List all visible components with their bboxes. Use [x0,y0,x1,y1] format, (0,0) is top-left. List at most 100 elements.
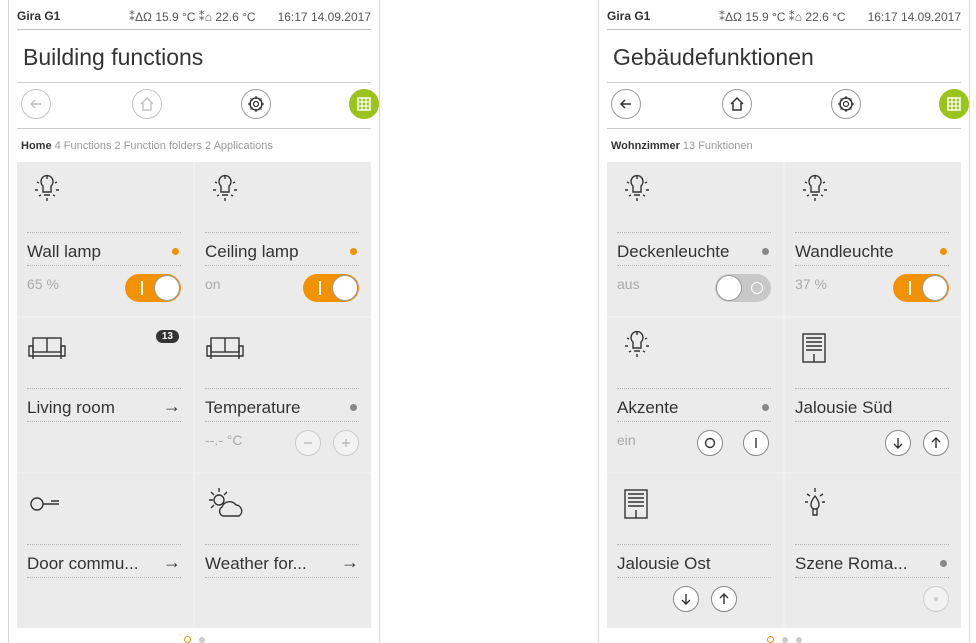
lamp-icon [35,174,59,201]
tile-door-communication[interactable]: Door commu... → [17,474,193,628]
weather-icon [209,488,243,517]
arrow-down-icon [681,594,691,605]
tile-value: 65 % [27,276,59,292]
divider [617,265,771,266]
screen-building-functions: Gira G1 ⁑ΔΩ 15.9 °C ⁑⌂ 22.6 °C 16:17 14.… [8,0,380,643]
arrow-right-icon: → [163,396,181,416]
status-dot [762,248,769,255]
page-title: Building functions [23,44,204,70]
divider [617,388,771,389]
divider [205,232,359,233]
divider [795,232,949,233]
page-dot[interactable] [766,636,774,643]
status-dot [172,248,179,255]
divider [607,128,961,129]
home-icon [140,96,154,111]
lamp-icon [625,330,649,357]
on-icon [755,438,757,448]
clock: 16:17 14.09.2017 [867,10,961,24]
up-button[interactable] [923,430,949,456]
divider [205,421,359,422]
tile-deckenleuchte[interactable]: Deckenleuchte aus [607,162,783,316]
tile-label: Weather for... [205,554,307,573]
lamp-icon [213,174,237,201]
toggle-switch[interactable] [893,274,949,302]
clock: 16:17 14.09.2017 [277,10,371,24]
tile-label: Wall lamp [27,242,101,261]
status-dot [940,560,947,567]
dot-icon [934,597,938,601]
divider [17,128,371,129]
tile-jalousie-ost[interactable]: Jalousie Ost [607,474,783,628]
home-button[interactable] [722,89,752,119]
up-button[interactable] [711,586,737,612]
divider [17,82,371,83]
toggle-switch[interactable] [715,274,771,302]
page-dot[interactable] [781,637,788,643]
breadcrumb-home[interactable]: Home [21,140,52,152]
sofa-icon [28,337,66,359]
sofa-icon [206,337,244,359]
tile-ceiling-lamp[interactable]: Ceiling lamp on [195,162,371,316]
breadcrumb-room[interactable]: Wohnzimmer [611,140,680,152]
grid-icon [947,97,961,111]
tile-wall-lamp[interactable]: Wall lamp 65 % [17,162,193,316]
divider [205,388,359,389]
divider [205,544,359,545]
page-dot[interactable] [795,637,802,643]
toggle-switch[interactable] [125,274,181,302]
plus-icon [342,439,350,447]
page-dot[interactable] [198,637,205,643]
divider [27,265,181,266]
divider [17,29,371,30]
on-button[interactable] [743,430,769,456]
plus-button[interactable] [333,430,359,456]
status-dot [940,248,947,255]
tile-living-room[interactable]: 13 Living room → [17,318,193,472]
scene-trigger-button[interactable] [923,586,949,612]
toggle-switch[interactable] [303,274,359,302]
back-icon [619,99,631,109]
tile-temperature[interactable]: Temperature --.- °C [195,318,371,472]
tile-label: Wandleuchte [795,242,894,261]
settings-button[interactable] [241,89,271,119]
down-button[interactable] [673,586,699,612]
device-name: Gira G1 [17,9,61,23]
settings-button[interactable] [831,89,861,119]
tile-label: Jalousie Süd [795,398,893,417]
tile-szene-romantik[interactable]: Szene Roma... [785,474,961,628]
function-grid: Wall lamp 65 % Ceiling lamp on 13 Living… [17,162,371,628]
tile-value: ein [617,432,636,448]
divider [607,29,961,30]
page-dot[interactable] [183,636,191,643]
status-dot [762,404,769,411]
grid-view-button[interactable] [349,89,379,119]
off-icon [704,437,716,449]
tile-akzente[interactable]: Akzente ein [607,318,783,472]
settings-icon [248,96,264,112]
divider [205,265,359,266]
function-grid: Deckenleuchte aus Wandleuchte 37 % Akzen… [607,162,961,628]
divider [27,232,181,233]
page-title: Gebäudefunktionen [613,44,814,70]
divider [795,265,949,266]
tile-wandleuchte[interactable]: Wandleuchte 37 % [785,162,961,316]
status-bar: Gira G1 ⁑ΔΩ 15.9 °C ⁑⌂ 22.6 °C 16:17 14.… [9,0,379,30]
minus-button[interactable] [295,430,321,456]
back-button[interactable] [21,89,51,119]
back-button[interactable] [611,89,641,119]
off-button[interactable] [697,430,723,456]
grid-view-button[interactable] [939,89,969,119]
tile-jalousie-sued[interactable]: Jalousie Süd [785,318,961,472]
down-button[interactable] [885,430,911,456]
lamp-icon [803,174,827,201]
lamp-icon [625,174,649,201]
tile-value: on [205,276,221,292]
divider [617,577,771,578]
status-dot [350,404,357,411]
tile-label: Door commu... [27,554,139,573]
key-icon [30,497,59,511]
home-button[interactable] [132,89,162,119]
nav-bar [599,88,969,122]
tile-weather-forecast[interactable]: Weather for... → [195,474,371,628]
